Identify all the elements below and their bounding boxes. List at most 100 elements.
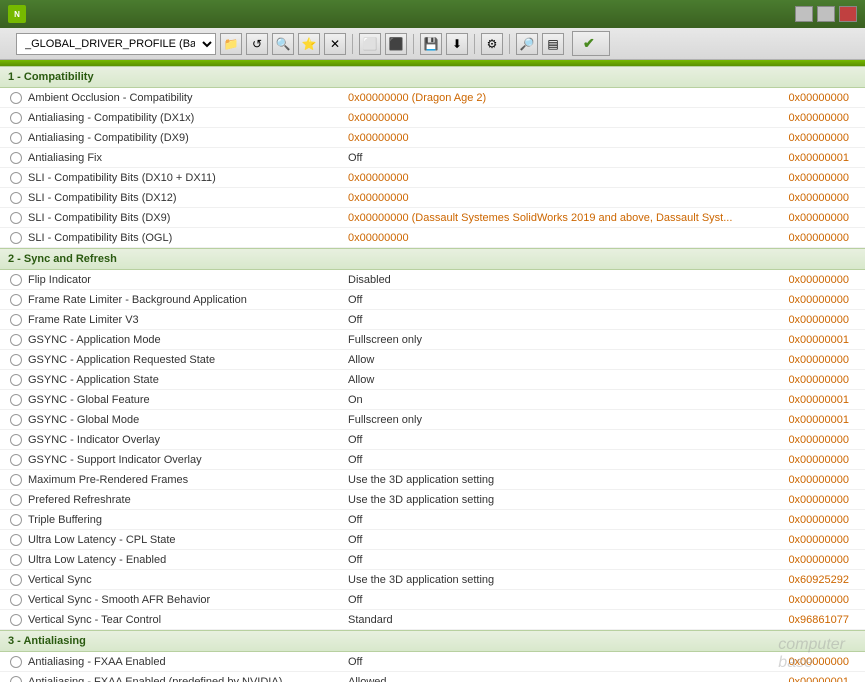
- row-setting-value: 0x00000000 (Dragon Age 2): [348, 92, 767, 104]
- table-row[interactable]: GSYNC - Support Indicator OverlayOff0x00…: [0, 450, 865, 470]
- row-hex-value: 0x00000000: [767, 212, 857, 224]
- table-row[interactable]: GSYNC - Global FeatureOn0x00000001: [0, 390, 865, 410]
- scroll-container[interactable]: 1 - CompatibilityAmbient Occlusion - Com…: [0, 66, 865, 682]
- table-row[interactable]: Triple BufferingOff0x00000000: [0, 510, 865, 530]
- close-button[interactable]: [839, 6, 857, 22]
- table-row[interactable]: Ambient Occlusion - Compatibility0x00000…: [0, 88, 865, 108]
- table-row[interactable]: GSYNC - Application ModeFullscreen only0…: [0, 330, 865, 350]
- row-setting-value: Off: [348, 534, 767, 546]
- row-setting-name: GSYNC - Global Mode: [28, 414, 348, 426]
- row-setting-name: SLI - Compatibility Bits (OGL): [28, 232, 348, 244]
- row-radio-icon: [8, 392, 24, 408]
- table-row[interactable]: GSYNC - Application StateAllow0x00000000: [0, 370, 865, 390]
- table-row[interactable]: SLI - Compatibility Bits (OGL)0x00000000…: [0, 228, 865, 248]
- separator-2: [413, 34, 414, 54]
- table-row[interactable]: GSYNC - Indicator OverlayOff0x00000000: [0, 430, 865, 450]
- separator-3: [474, 34, 475, 54]
- down-button[interactable]: ⬇: [446, 33, 468, 55]
- row-hex-value: 0x00000000: [767, 172, 857, 184]
- row-setting-name: GSYNC - Application State: [28, 374, 348, 386]
- row-setting-name: Maximum Pre-Rendered Frames: [28, 474, 348, 486]
- settings-button[interactable]: ⚙: [481, 33, 503, 55]
- table-row[interactable]: Prefered RefreshrateUse the 3D applicati…: [0, 490, 865, 510]
- content-area: 1 - CompatibilityAmbient Occlusion - Com…: [0, 66, 865, 682]
- table-row[interactable]: SLI - Compatibility Bits (DX10 + DX11)0x…: [0, 168, 865, 188]
- row-radio-icon: [8, 150, 24, 166]
- row-setting-value: Use the 3D application setting: [348, 494, 767, 506]
- row-setting-value: Fullscreen only: [348, 334, 767, 346]
- row-hex-value: 0x00000000: [767, 274, 857, 286]
- row-setting-name: Antialiasing Fix: [28, 152, 348, 164]
- row-setting-name: GSYNC - Support Indicator Overlay: [28, 454, 348, 466]
- separator-4: [509, 34, 510, 54]
- table-row[interactable]: GSYNC - Application Requested StateAllow…: [0, 350, 865, 370]
- table-row[interactable]: Ultra Low Latency - EnabledOff0x00000000: [0, 550, 865, 570]
- row-setting-value: Standard: [348, 614, 767, 626]
- table-row[interactable]: Vertical Sync - Tear ControlStandard0x96…: [0, 610, 865, 630]
- table-row[interactable]: Flip IndicatorDisabled0x00000000: [0, 270, 865, 290]
- table-row[interactable]: Frame Rate Limiter - Background Applicat…: [0, 290, 865, 310]
- minimize-button[interactable]: [795, 6, 813, 22]
- scan-button[interactable]: 🔍: [272, 33, 294, 55]
- title-bar-controls[interactable]: [795, 6, 857, 22]
- apply-changes-button[interactable]: ✔: [572, 31, 610, 56]
- row-setting-value: 0x00000000: [348, 192, 767, 204]
- table-row[interactable]: Vertical SyncUse the 3D application sett…: [0, 570, 865, 590]
- section-header-section-3: 3 - Antialiasing: [0, 630, 865, 652]
- row-setting-value: Off: [348, 314, 767, 326]
- refresh-button[interactable]: ↺: [246, 33, 268, 55]
- row-radio-icon: [8, 352, 24, 368]
- row-setting-value: Off: [348, 294, 767, 306]
- row-hex-value: 0x00000000: [767, 92, 857, 104]
- row-hex-value: 0x00000000: [767, 514, 857, 526]
- table-row[interactable]: Antialiasing - FXAA EnabledOff0x00000000: [0, 652, 865, 672]
- row-setting-name: Vertical Sync - Tear Control: [28, 614, 348, 626]
- table-row[interactable]: SLI - Compatibility Bits (DX9)0x00000000…: [0, 208, 865, 228]
- table-row[interactable]: Antialiasing - Compatibility (DX9)0x0000…: [0, 128, 865, 148]
- row-radio-icon: [8, 572, 24, 588]
- save-button[interactable]: 💾: [420, 33, 442, 55]
- row-radio-icon: [8, 592, 24, 608]
- row-setting-value: Allowed: [348, 676, 767, 682]
- row-setting-name: Antialiasing - Compatibility (DX9): [28, 132, 348, 144]
- row-radio-icon: [8, 612, 24, 628]
- row-radio-icon: [8, 674, 24, 682]
- table-row[interactable]: Ultra Low Latency - CPL StateOff0x000000…: [0, 530, 865, 550]
- table-row[interactable]: GSYNC - Global ModeFullscreen only0x0000…: [0, 410, 865, 430]
- row-hex-value: 0x00000001: [767, 414, 857, 426]
- search-button[interactable]: 🔎: [516, 33, 538, 55]
- table-row[interactable]: Antialiasing - FXAA Enabled (predefined …: [0, 672, 865, 682]
- row-setting-value: Disabled: [348, 274, 767, 286]
- table-row[interactable]: SLI - Compatibility Bits (DX12)0x0000000…: [0, 188, 865, 208]
- row-setting-name: Frame Rate Limiter V3: [28, 314, 348, 326]
- row-setting-value: Allow: [348, 374, 767, 386]
- row-setting-value: Off: [348, 554, 767, 566]
- profile-select[interactable]: _GLOBAL_DRIVER_PROFILE (Base Profile): [16, 33, 216, 55]
- section-header-section-1: 1 - Compatibility: [0, 66, 865, 88]
- row-setting-value: Allow: [348, 354, 767, 366]
- row-hex-value: 0x00000000: [767, 294, 857, 306]
- row-hex-value: 0x00000001: [767, 334, 857, 346]
- row-radio-icon: [8, 512, 24, 528]
- row-setting-name: GSYNC - Application Requested State: [28, 354, 348, 366]
- delete-button[interactable]: ✕: [324, 33, 346, 55]
- table-row[interactable]: Maximum Pre-Rendered FramesUse the 3D ap…: [0, 470, 865, 490]
- row-setting-value: Off: [348, 152, 767, 164]
- export-button[interactable]: ⬛: [385, 33, 407, 55]
- table-row[interactable]: Antialiasing FixOff0x00000001: [0, 148, 865, 168]
- star-button[interactable]: ⭐: [298, 33, 320, 55]
- maximize-button[interactable]: [817, 6, 835, 22]
- row-radio-icon: [8, 210, 24, 226]
- table-row[interactable]: Vertical Sync - Smooth AFR BehaviorOff0x…: [0, 590, 865, 610]
- table-row[interactable]: Antialiasing - Compatibility (DX1x)0x000…: [0, 108, 865, 128]
- open-profile-button[interactable]: 📁: [220, 33, 242, 55]
- row-hex-value: 0x00000000: [767, 594, 857, 606]
- table-row[interactable]: Frame Rate Limiter V3Off0x00000000: [0, 310, 865, 330]
- row-radio-icon: [8, 532, 24, 548]
- row-setting-name: Antialiasing - Compatibility (DX1x): [28, 112, 348, 124]
- row-hex-value: 0x00000000: [767, 554, 857, 566]
- row-setting-value: Use the 3D application setting: [348, 474, 767, 486]
- import-button[interactable]: ⬜: [359, 33, 381, 55]
- title-bar-left: N: [8, 5, 32, 23]
- filter-button[interactable]: ▤: [542, 33, 564, 55]
